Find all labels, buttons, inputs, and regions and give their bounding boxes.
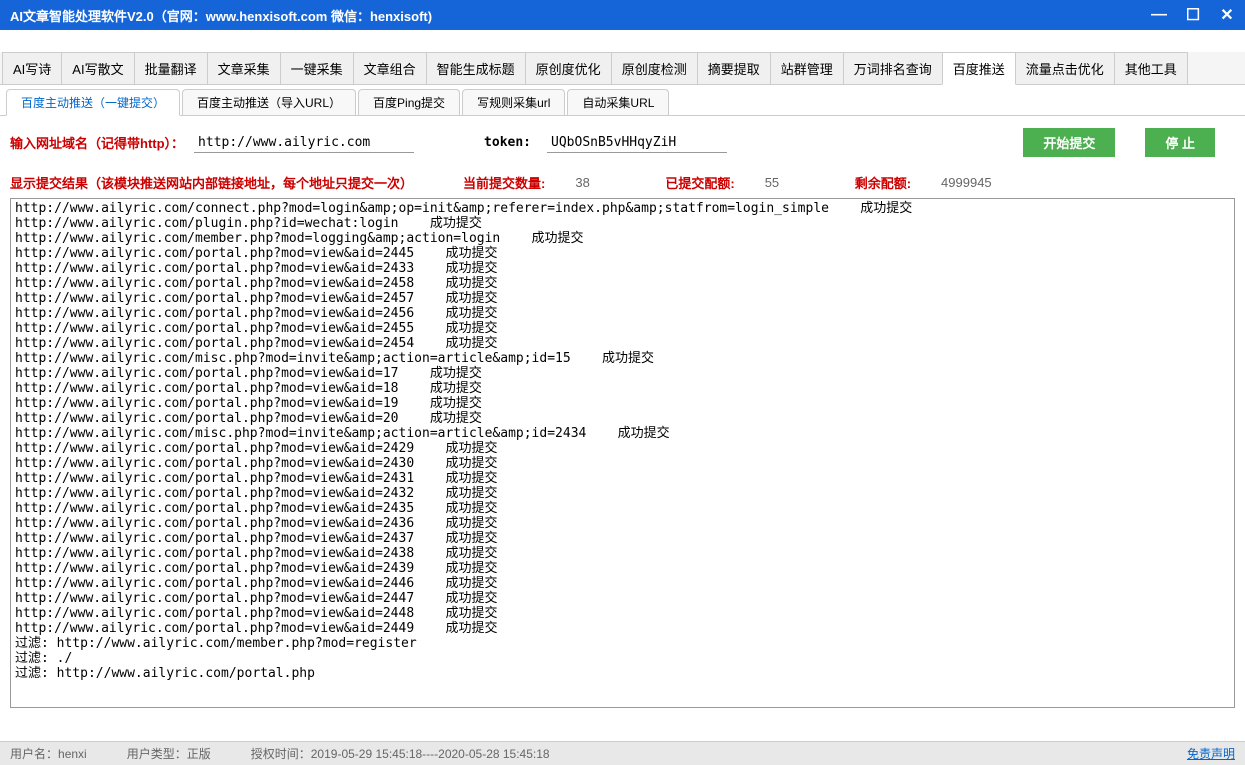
window-titlebar: AI文章智能处理软件V2.0（官网：www.henxisoft.com 微信：h…	[0, 0, 1245, 30]
log-line: 过滤: ./	[15, 651, 1230, 666]
main-tab-bar: AI写诗AI写散文批量翻译文章采集一键采集文章组合智能生成标题原创度优化原创度检…	[0, 52, 1245, 85]
log-line: http://www.ailyric.com/portal.php?mod=vi…	[15, 606, 1230, 621]
main-tab-6[interactable]: 智能生成标题	[426, 52, 526, 84]
log-line: http://www.ailyric.com/portal.php?mod=vi…	[15, 561, 1230, 576]
remaining-quota-label: 剩余配额:	[855, 173, 911, 192]
token-label: token:	[484, 135, 531, 150]
main-tab-2[interactable]: 批量翻译	[134, 52, 208, 84]
main-tab-4[interactable]: 一键采集	[280, 52, 354, 84]
log-line: 过滤: http://www.ailyric.com/member.php?mo…	[15, 636, 1230, 651]
submitted-quota-value: 55	[765, 175, 805, 190]
main-tab-5[interactable]: 文章组合	[353, 52, 427, 84]
main-tab-3[interactable]: 文章采集	[207, 52, 281, 84]
log-line: 过滤: http://www.ailyric.com/portal.php	[15, 666, 1230, 681]
log-line: http://www.ailyric.com/member.php?mod=lo…	[15, 231, 1230, 246]
current-count-label: 当前提交数量:	[463, 173, 545, 192]
close-icon[interactable]: ✕	[1219, 7, 1235, 23]
log-line: http://www.ailyric.com/portal.php?mod=vi…	[15, 441, 1230, 456]
sub-tab-1[interactable]: 百度主动推送（导入URL）	[182, 89, 356, 115]
log-line: http://www.ailyric.com/portal.php?mod=vi…	[15, 306, 1230, 321]
log-line: http://www.ailyric.com/portal.php?mod=vi…	[15, 546, 1230, 561]
sub-tab-3[interactable]: 写规则采集url	[462, 89, 565, 115]
log-line: http://www.ailyric.com/portal.php?mod=vi…	[15, 396, 1230, 411]
log-line: http://www.ailyric.com/portal.php?mod=vi…	[15, 381, 1230, 396]
sub-tab-2[interactable]: 百度Ping提交	[358, 89, 460, 115]
status-row: 显示提交结果（该模块推送网站内部链接地址，每个地址只提交一次） 当前提交数量: …	[0, 169, 1245, 198]
log-line: http://www.ailyric.com/portal.php?mod=vi…	[15, 366, 1230, 381]
main-tab-0[interactable]: AI写诗	[2, 52, 62, 84]
log-line: http://www.ailyric.com/portal.php?mod=vi…	[15, 486, 1230, 501]
remaining-quota-value: 4999945	[941, 175, 992, 190]
log-line: http://www.ailyric.com/portal.php?mod=vi…	[15, 531, 1230, 546]
url-label: 输入网址域名（记得带http）：	[10, 133, 184, 152]
log-line: http://www.ailyric.com/portal.php?mod=vi…	[15, 471, 1230, 486]
footer-auth: 授权时间：2019-05-29 15:45:18----2020-05-28 1…	[251, 745, 550, 762]
disclaimer-link[interactable]: 免责声明	[1187, 745, 1235, 762]
submitted-quota-label: 已提交配额:	[665, 173, 734, 192]
main-tab-12[interactable]: 百度推送	[942, 52, 1016, 85]
log-output[interactable]: http://www.ailyric.com/connect.php?mod=l…	[10, 198, 1235, 708]
log-line: http://www.ailyric.com/misc.php?mod=invi…	[15, 426, 1230, 441]
log-line: http://www.ailyric.com/portal.php?mod=vi…	[15, 501, 1230, 516]
status-bar: 用户名：henxi 用户类型：正版 授权时间：2019-05-29 15:45:…	[0, 741, 1245, 765]
log-line: http://www.ailyric.com/portal.php?mod=vi…	[15, 321, 1230, 336]
main-tab-10[interactable]: 站群管理	[770, 52, 844, 84]
log-line: http://www.ailyric.com/plugin.php?id=wec…	[15, 216, 1230, 231]
log-line: http://www.ailyric.com/portal.php?mod=vi…	[15, 576, 1230, 591]
maximize-icon[interactable]: ☐	[1185, 7, 1201, 23]
log-line: http://www.ailyric.com/portal.php?mod=vi…	[15, 261, 1230, 276]
log-line: http://www.ailyric.com/portal.php?mod=vi…	[15, 411, 1230, 426]
log-line: http://www.ailyric.com/portal.php?mod=vi…	[15, 276, 1230, 291]
log-line: http://www.ailyric.com/portal.php?mod=vi…	[15, 336, 1230, 351]
footer-type: 用户类型：正版	[127, 745, 211, 762]
log-line: http://www.ailyric.com/portal.php?mod=vi…	[15, 456, 1230, 471]
window-title: AI文章智能处理软件V2.0（官网：www.henxisoft.com 微信：h…	[10, 6, 1151, 25]
current-count-value: 38	[575, 175, 615, 190]
minimize-icon[interactable]: —	[1151, 7, 1167, 23]
main-tab-8[interactable]: 原创度检测	[611, 52, 698, 84]
main-tab-1[interactable]: AI写散文	[61, 52, 134, 84]
log-line: http://www.ailyric.com/portal.php?mod=vi…	[15, 591, 1230, 606]
main-tab-13[interactable]: 流量点击优化	[1015, 52, 1115, 84]
log-line: http://www.ailyric.com/connect.php?mod=l…	[15, 201, 1230, 216]
sub-tab-4[interactable]: 自动采集URL	[567, 89, 669, 115]
log-line: http://www.ailyric.com/portal.php?mod=vi…	[15, 246, 1230, 261]
form-row: 输入网址域名（记得带http）： token: 开始提交 停 止	[0, 116, 1245, 169]
footer-user: 用户名：henxi	[10, 745, 87, 762]
main-tab-7[interactable]: 原创度优化	[525, 52, 612, 84]
log-line: http://www.ailyric.com/portal.php?mod=vi…	[15, 291, 1230, 306]
main-tab-14[interactable]: 其他工具	[1114, 52, 1188, 84]
stop-button[interactable]: 停 止	[1145, 128, 1215, 157]
start-button[interactable]: 开始提交	[1023, 128, 1115, 157]
log-line: http://www.ailyric.com/portal.php?mod=vi…	[15, 516, 1230, 531]
sub-tab-bar: 百度主动推送（一键提交）百度主动推送（导入URL）百度Ping提交写规则采集ur…	[0, 85, 1245, 116]
log-line: http://www.ailyric.com/portal.php?mod=vi…	[15, 621, 1230, 636]
main-tab-9[interactable]: 摘要提取	[697, 52, 771, 84]
spacer	[0, 30, 1245, 52]
log-line: http://www.ailyric.com/misc.php?mod=invi…	[15, 351, 1230, 366]
result-label: 显示提交结果（该模块推送网站内部链接地址，每个地址只提交一次）	[10, 173, 413, 192]
sub-tab-0[interactable]: 百度主动推送（一键提交）	[6, 89, 180, 116]
token-input[interactable]	[547, 133, 727, 153]
main-tab-11[interactable]: 万词排名查询	[843, 52, 943, 84]
url-input[interactable]	[194, 133, 414, 153]
